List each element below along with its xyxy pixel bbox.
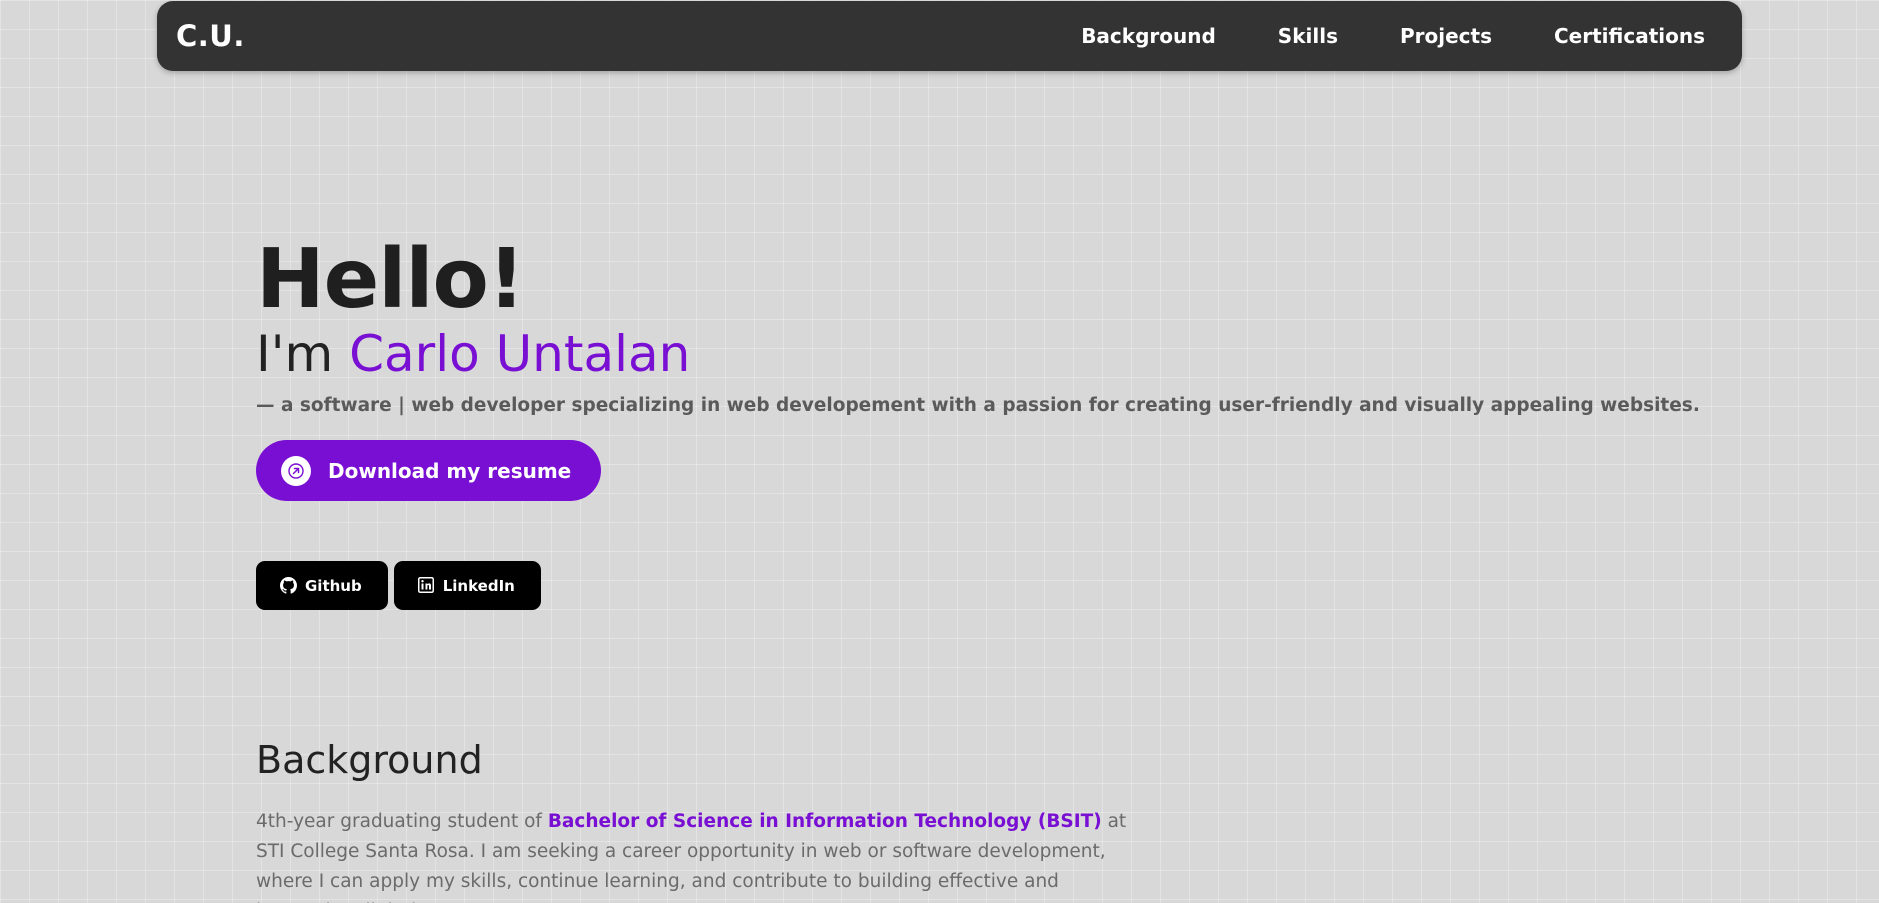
nav-link-skills[interactable]: Skills — [1278, 24, 1338, 48]
nav-link-background[interactable]: Background — [1081, 24, 1216, 48]
linkedin-label: LinkedIn — [442, 576, 515, 595]
hero-intro-prefix: I'm — [256, 325, 350, 383]
background-body: 4th-year graduating student of Bachelor … — [256, 807, 1156, 903]
hero-tagline: — a software | web developer specializin… — [256, 395, 1700, 416]
github-label: Github — [305, 576, 362, 595]
nav-links: Background Skills Projects Certification… — [1019, 24, 1705, 48]
social-links: Github LinkedIn — [256, 561, 1656, 610]
background-section: Background 4th-year graduating student o… — [256, 735, 1156, 903]
background-degree: Bachelor of Science in Information Techn… — [547, 811, 1102, 832]
github-button[interactable]: Github — [256, 561, 388, 610]
brand-logo[interactable]: C.U. — [176, 19, 245, 53]
nav-link-certifications[interactable]: Certifications — [1554, 24, 1705, 48]
hero-section: Hello! I'm Carlo Untalan — a software | … — [256, 230, 1700, 610]
hero-greeting: Hello! — [256, 232, 525, 327]
navbar: C.U. Background Skills Projects Certific… — [157, 1, 1742, 71]
download-resume-label: Download my resume — [328, 458, 572, 483]
arrow-up-right-icon — [281, 455, 311, 486]
hero-intro: I'm Carlo Untalan — [256, 324, 1656, 384]
download-resume-button[interactable]: Download my resume — [256, 440, 602, 501]
background-title: Background — [256, 738, 483, 782]
nav-link-projects[interactable]: Projects — [1400, 24, 1492, 48]
github-icon — [280, 577, 297, 594]
hero-name: Carlo Untalan — [349, 325, 691, 383]
background-body-start: 4th-year graduating student of — [256, 811, 548, 832]
linkedin-icon — [417, 577, 435, 594]
linkedin-button[interactable]: LinkedIn — [393, 561, 541, 610]
